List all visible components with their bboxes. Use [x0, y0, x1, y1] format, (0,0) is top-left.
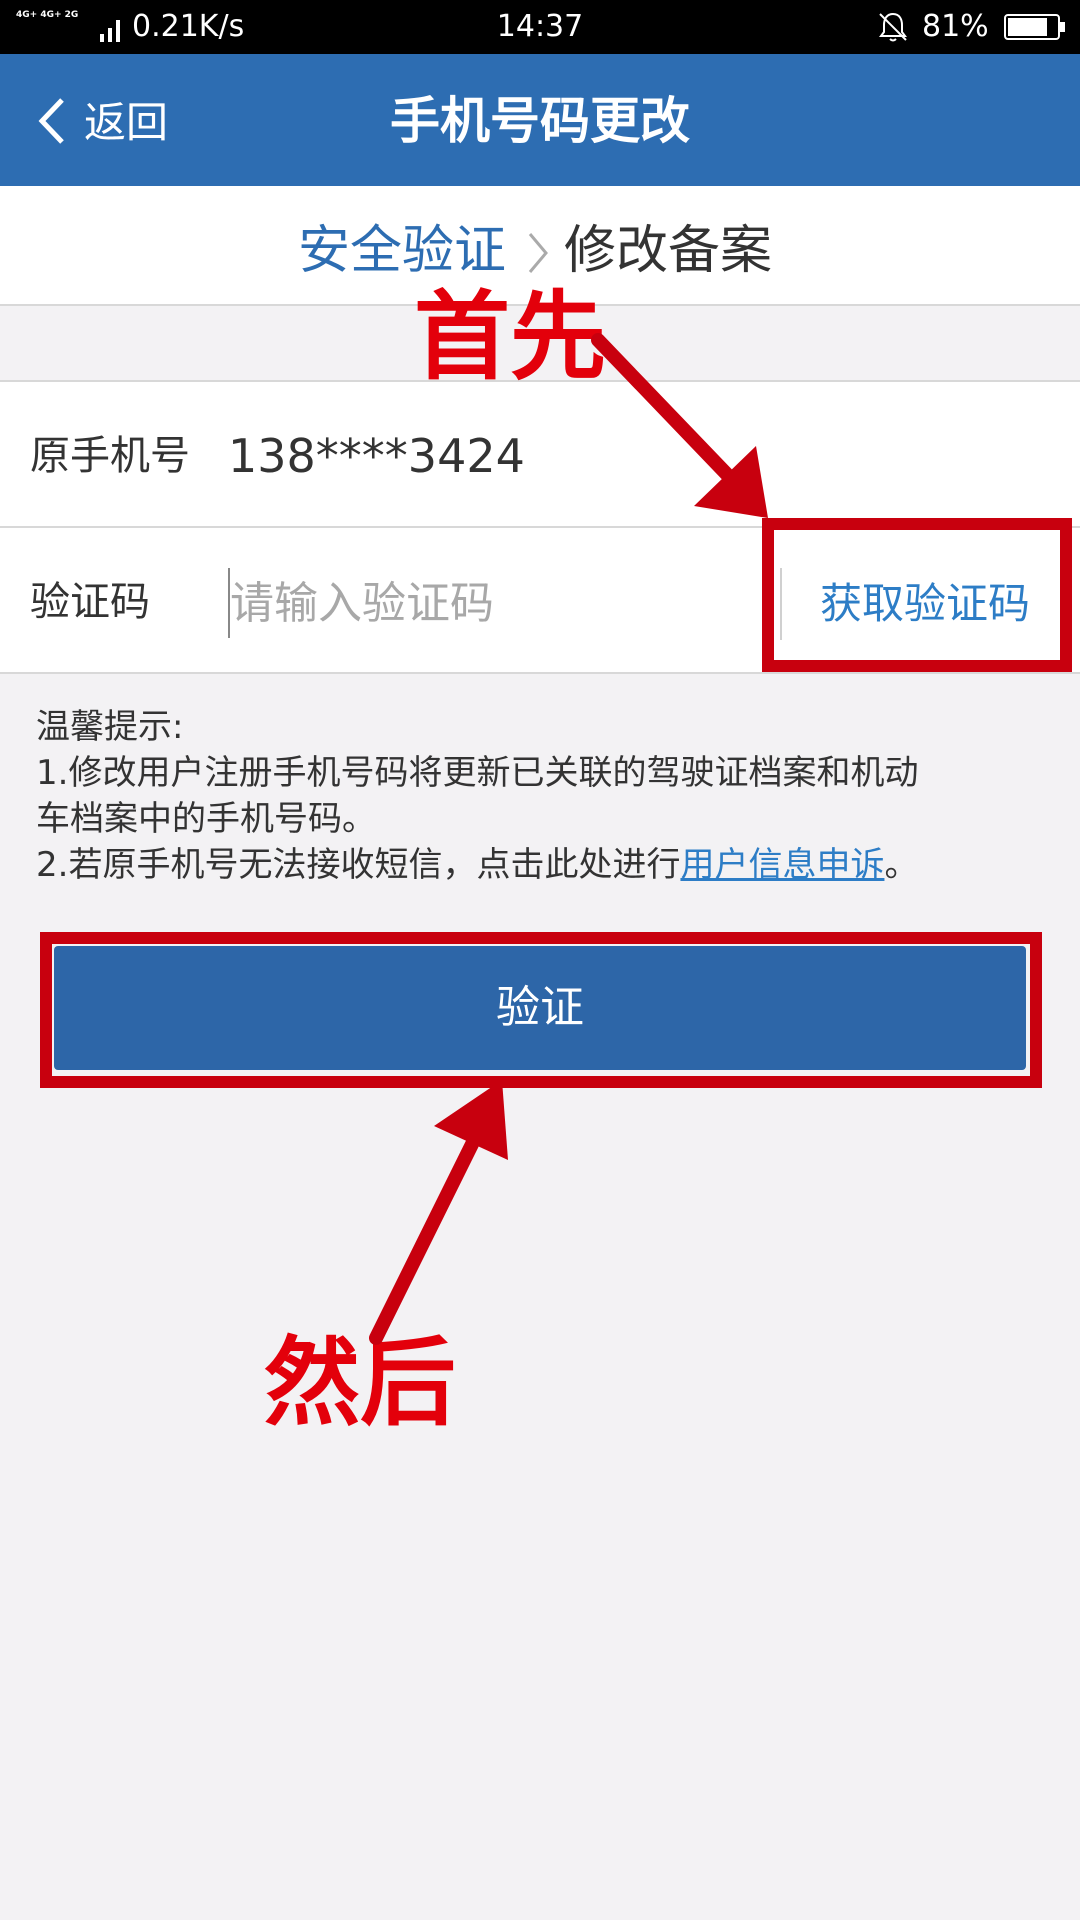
nav-bar: 返回 手机号码更改 — [0, 54, 1080, 186]
step-current: 安全验证 — [298, 221, 507, 281]
verification-code-label: 验证码 — [30, 579, 150, 625]
tips-line-1: 1.修改用户注册手机号码将更新已关联的驾驶证档案和机动 — [36, 753, 919, 793]
arrow-then — [369, 1080, 508, 1345]
original-phone-label: 原手机号 — [30, 433, 190, 479]
battery-percent: 81% — [922, 9, 989, 44]
annotation-box-get-code — [762, 518, 1072, 672]
tips-title: 温馨提示: — [36, 707, 184, 747]
original-phone-value: 138****3424 — [228, 429, 525, 483]
annotation-first: 首先 — [414, 281, 606, 393]
status-bar: 4G+ 4G+ 2G 0.21K/s 14:37 81% — [0, 0, 1080, 54]
step-next: 修改备案 — [564, 221, 773, 281]
user-appeal-link[interactable]: 用户信息申诉 — [680, 845, 884, 885]
tips-line-2: 2.若原手机号无法接收短信，点击此处进行用户信息申诉。 — [36, 842, 1056, 888]
clock: 14:37 — [496, 9, 584, 44]
verification-code-input[interactable] — [228, 568, 758, 638]
annotation-then: 然后 — [264, 1327, 456, 1439]
page-title: 手机号码更改 — [390, 92, 690, 150]
tips-section: 温馨提示: 1.修改用户注册手机号码将更新已关联的驾驶证档案和机动 车档案中的手… — [36, 704, 1056, 888]
annotation-box-verify — [40, 932, 1042, 1088]
tips-line-2-suffix: 。 — [884, 845, 919, 885]
bell-muted-icon — [879, 12, 907, 42]
original-phone-row: 原手机号 138****3424 — [0, 382, 1080, 528]
tips-line-1-cont: 车档案中的手机号码。 — [36, 799, 376, 839]
battery-icon — [1004, 14, 1065, 40]
tips-line-2-prefix: 2.若原手机号无法接收短信，点击此处进行 — [36, 845, 681, 885]
chevron-right-icon — [528, 233, 548, 273]
